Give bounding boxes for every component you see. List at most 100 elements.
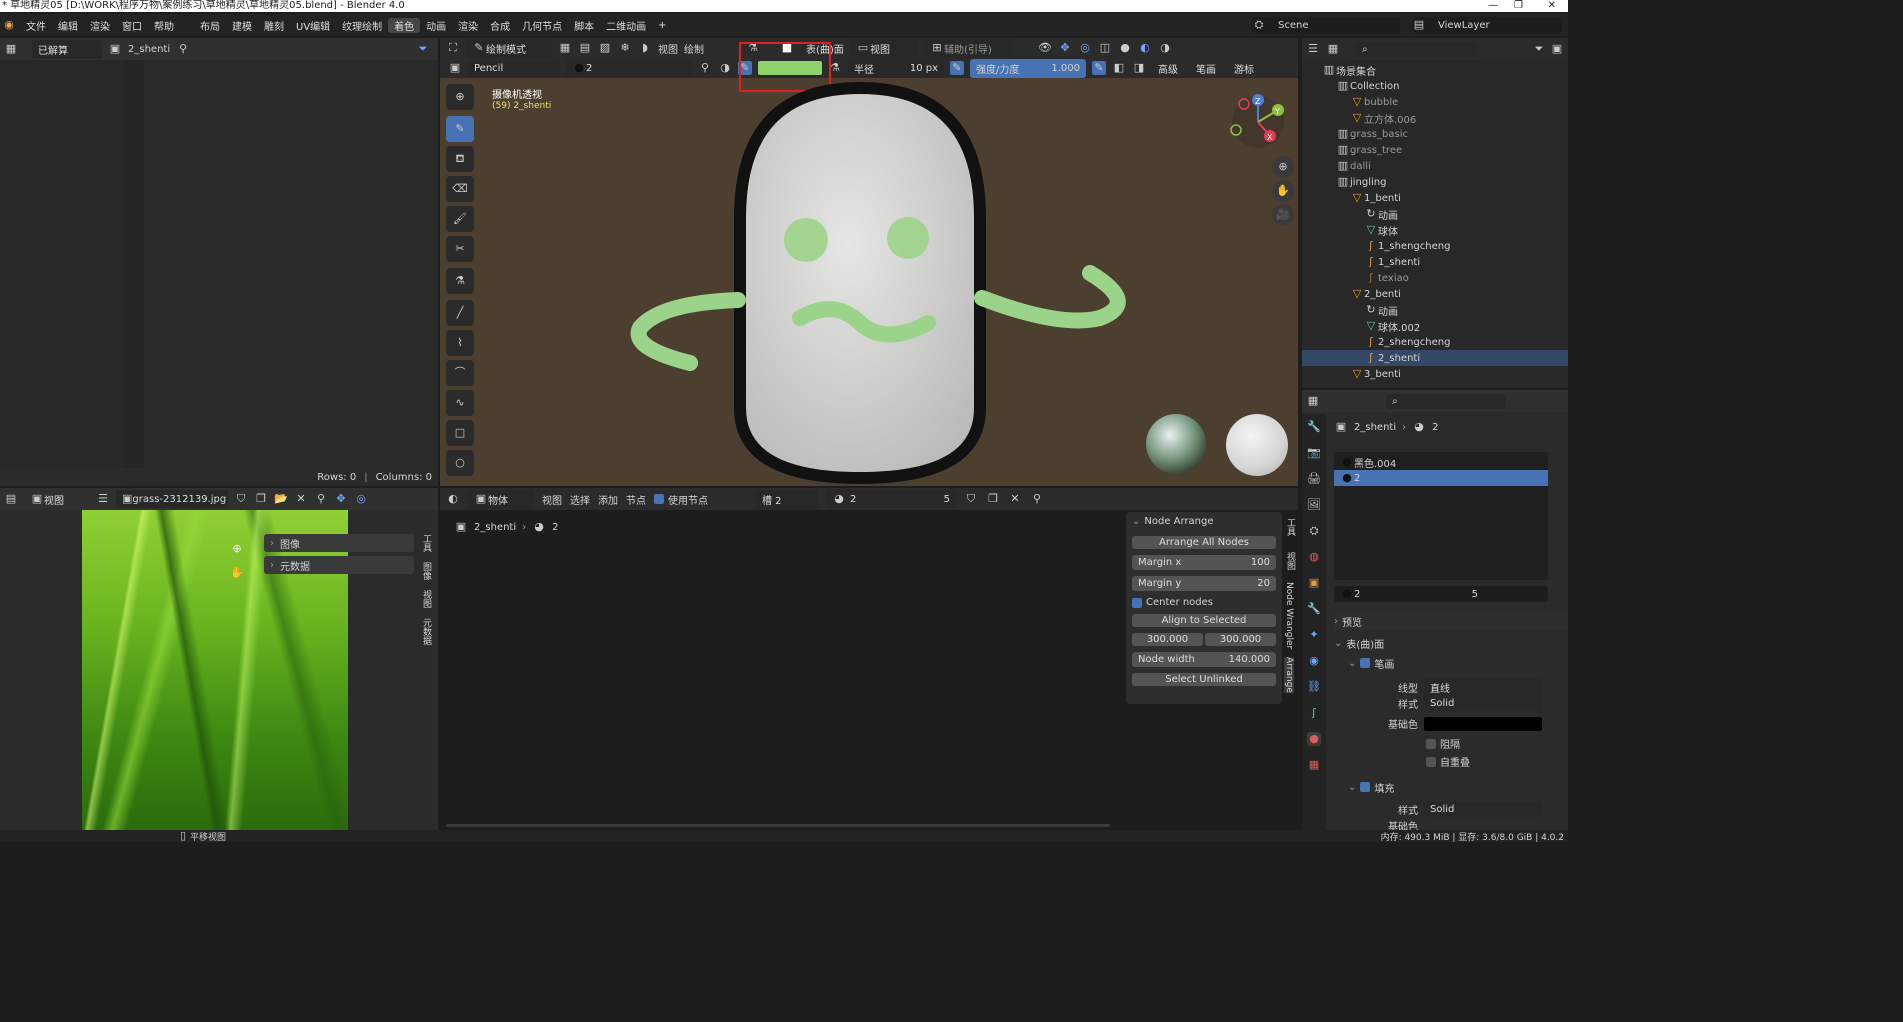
outliner-item[interactable]: ʃ 2_shenti xyxy=(1302,350,1568,366)
metadata-panel[interactable]: › 元数据 xyxy=(264,556,414,574)
scene-tab-icon[interactable]: ⛭ xyxy=(1307,524,1321,538)
fill-checkbox[interactable] xyxy=(1360,782,1371,792)
arrange-all-button[interactable]: Arrange All Nodes xyxy=(1132,536,1276,549)
overlay-icon[interactable]: ◎ xyxy=(1078,41,1092,55)
outliner-item[interactable]: ▥ Collection xyxy=(1302,78,1568,94)
material-slot[interactable]: ● 2 xyxy=(1334,470,1548,486)
holdout-row[interactable]: 阻隔 xyxy=(1426,736,1460,751)
tab-view[interactable]: 视图 xyxy=(420,590,433,608)
outliner-item[interactable]: ▥ dalli xyxy=(1302,158,1568,174)
pin-icon[interactable]: ⚲ xyxy=(176,42,190,56)
brush-icon[interactable]: ▣ xyxy=(448,61,462,75)
draw-tool-icon[interactable]: ✎ xyxy=(446,116,474,142)
layer-icon[interactable]: ▦ xyxy=(558,41,572,55)
outliner-item[interactable]: ▽ 3_benti xyxy=(1302,366,1568,382)
material-selector[interactable]: ◕ 2 5 xyxy=(826,490,956,508)
diffuse-sphere[interactable] xyxy=(1226,414,1288,476)
close-button[interactable]: ✕ xyxy=(1548,0,1556,12)
value-field-b[interactable]: 300.000 xyxy=(1205,633,1276,646)
data-tab-icon[interactable]: ʃ xyxy=(1307,706,1321,720)
outliner-root[interactable]: ▥ 场景集合 xyxy=(1302,62,1568,78)
tab-view[interactable]: 视图 xyxy=(1284,552,1297,570)
advanced-dropdown[interactable]: 高级 xyxy=(1152,59,1184,78)
lock-icon[interactable]: ▨ xyxy=(598,41,612,55)
outliner-item[interactable]: ↻ 动画 xyxy=(1302,206,1568,222)
tab-2d-animation[interactable]: 二维动画 xyxy=(600,18,652,33)
center-nodes-toggle[interactable]: Center nodes xyxy=(1132,597,1276,608)
tab-animation[interactable]: 动画 xyxy=(420,18,452,33)
fake-user-icon[interactable]: ⛉ xyxy=(964,492,978,506)
new-collection-icon[interactable]: ▣ xyxy=(1550,42,1564,56)
style-dropdown[interactable]: Solid xyxy=(1424,696,1542,711)
menu-view[interactable]: 视图 xyxy=(542,492,562,507)
editor-type-icon[interactable]: ▦ xyxy=(4,42,18,56)
editor-type-icon[interactable]: ◐ xyxy=(446,492,460,506)
world-tab-icon[interactable]: ◍ xyxy=(1307,550,1321,564)
panel-header[interactable]: ⌄ Node Arrange xyxy=(1126,512,1282,530)
base-color-swatch[interactable] xyxy=(1424,716,1542,731)
editor-type-icon[interactable]: ☰ xyxy=(1306,42,1320,56)
tab-texture-paint[interactable]: 纹理绘制 xyxy=(336,18,388,33)
mode-dropdown[interactable]: ✎ 绘制模式 xyxy=(466,38,552,58)
image-selector[interactable]: ▣ grass-2312139.jpg xyxy=(116,490,228,508)
navigation-gizmo[interactable]: Z Y X xyxy=(1226,90,1290,154)
arc-tool-icon[interactable]: ⌒ xyxy=(446,360,474,386)
value-field-a[interactable]: 300.000 xyxy=(1132,633,1203,646)
output-tab-icon[interactable]: 🖨 xyxy=(1307,472,1321,486)
stroke-subpanel[interactable]: ⌄ 笔画 xyxy=(1348,654,1394,672)
pin-icon[interactable]: ⚲ xyxy=(1030,492,1044,506)
circle-tool-icon[interactable]: ○ xyxy=(446,450,474,476)
camera-icon[interactable]: 🎥 xyxy=(1272,204,1294,226)
blender-logo-icon[interactable]: ◉ xyxy=(2,18,16,32)
object-tab-icon[interactable]: ▣ xyxy=(1307,576,1321,590)
maximize-button[interactable]: ❐ xyxy=(1514,0,1523,12)
preview-panel[interactable]: › 预览 xyxy=(1334,612,1568,630)
guides-dropdown[interactable]: ⊞ 辅助(引导) xyxy=(924,38,1012,58)
menu-help[interactable]: 帮助 xyxy=(148,18,180,33)
tab-arrange[interactable]: Arrange xyxy=(1284,657,1294,694)
properties-search[interactable]: ⌕ xyxy=(1386,393,1506,409)
render-tab-icon[interactable]: 📷 xyxy=(1307,446,1321,460)
material-shading-icon[interactable]: ◐ xyxy=(1138,41,1152,55)
fill-mode-icon[interactable]: ◨ xyxy=(1132,61,1146,75)
pressure-radius-icon[interactable]: ✎ xyxy=(950,61,964,75)
visibility-icon[interactable]: 👁 xyxy=(1038,41,1052,55)
tint-tool-icon[interactable]: 🖌 xyxy=(446,206,474,232)
outliner-item[interactable]: ▽ 立方体.006 xyxy=(1302,110,1568,126)
gizmo-icon[interactable]: ✥ xyxy=(334,492,348,506)
menu-view[interactable]: 视图 xyxy=(658,41,678,56)
outliner-item[interactable]: ▥ grass_tree xyxy=(1302,142,1568,158)
margin-x-field[interactable]: Margin x 100 xyxy=(1132,555,1276,570)
cutter-tool-icon[interactable]: ✂ xyxy=(446,236,474,262)
view-layer-selector[interactable]: ▤ ViewLayer xyxy=(1412,17,1562,33)
duplicate-icon[interactable]: ❐ xyxy=(254,492,268,506)
tab-scripting[interactable]: 脚本 xyxy=(568,18,600,33)
display-mode-icon[interactable]: ▦ xyxy=(1326,42,1340,56)
image-panel[interactable]: › 图像 xyxy=(264,534,414,552)
box-tool-icon[interactable]: □ xyxy=(446,420,474,446)
stroke-dropdown[interactable]: 笔画 xyxy=(1190,59,1222,78)
editor-type-icon[interactable]: ⛶ xyxy=(446,41,460,55)
outliner-item[interactable]: ʃ 2_shengcheng xyxy=(1302,334,1568,350)
eyedropper-tool-icon[interactable]: ⚗ xyxy=(446,268,474,294)
menu-edit[interactable]: 编辑 xyxy=(52,18,84,33)
outliner-item[interactable]: ▽ 球体 xyxy=(1302,222,1568,238)
menu-select[interactable]: 选择 xyxy=(570,492,590,507)
unlink-icon[interactable]: ✕ xyxy=(294,492,308,506)
tab-shading[interactable]: 着色 xyxy=(388,17,421,33)
tab-uv-editing[interactable]: UV编辑 xyxy=(290,18,336,33)
erase-tool-icon[interactable]: ⌫ xyxy=(446,176,474,202)
hand-icon[interactable]: ✋ xyxy=(230,566,244,580)
editor-type-icon[interactable]: ▤ xyxy=(4,492,18,506)
outliner-item[interactable]: ʃ texiao xyxy=(1302,270,1568,286)
material-tab-icon[interactable]: ● xyxy=(1307,732,1321,746)
stroke-mode-icon[interactable]: ◧ xyxy=(1112,61,1126,75)
material-selector[interactable]: ● 2 5 xyxy=(1334,586,1548,602)
menu-window[interactable]: 窗口 xyxy=(116,18,148,33)
line-type-dropdown[interactable]: 直线 xyxy=(1424,678,1542,697)
grid-icon[interactable]: ▤ xyxy=(578,41,592,55)
scene-selector[interactable]: ⛭ Scene xyxy=(1252,17,1400,33)
color-mode-icon[interactable]: ◑ xyxy=(718,61,732,75)
node-width-field[interactable]: Node width 140.000 xyxy=(1132,652,1276,667)
strength-field[interactable]: 强度/力度 1.000 xyxy=(970,58,1086,78)
